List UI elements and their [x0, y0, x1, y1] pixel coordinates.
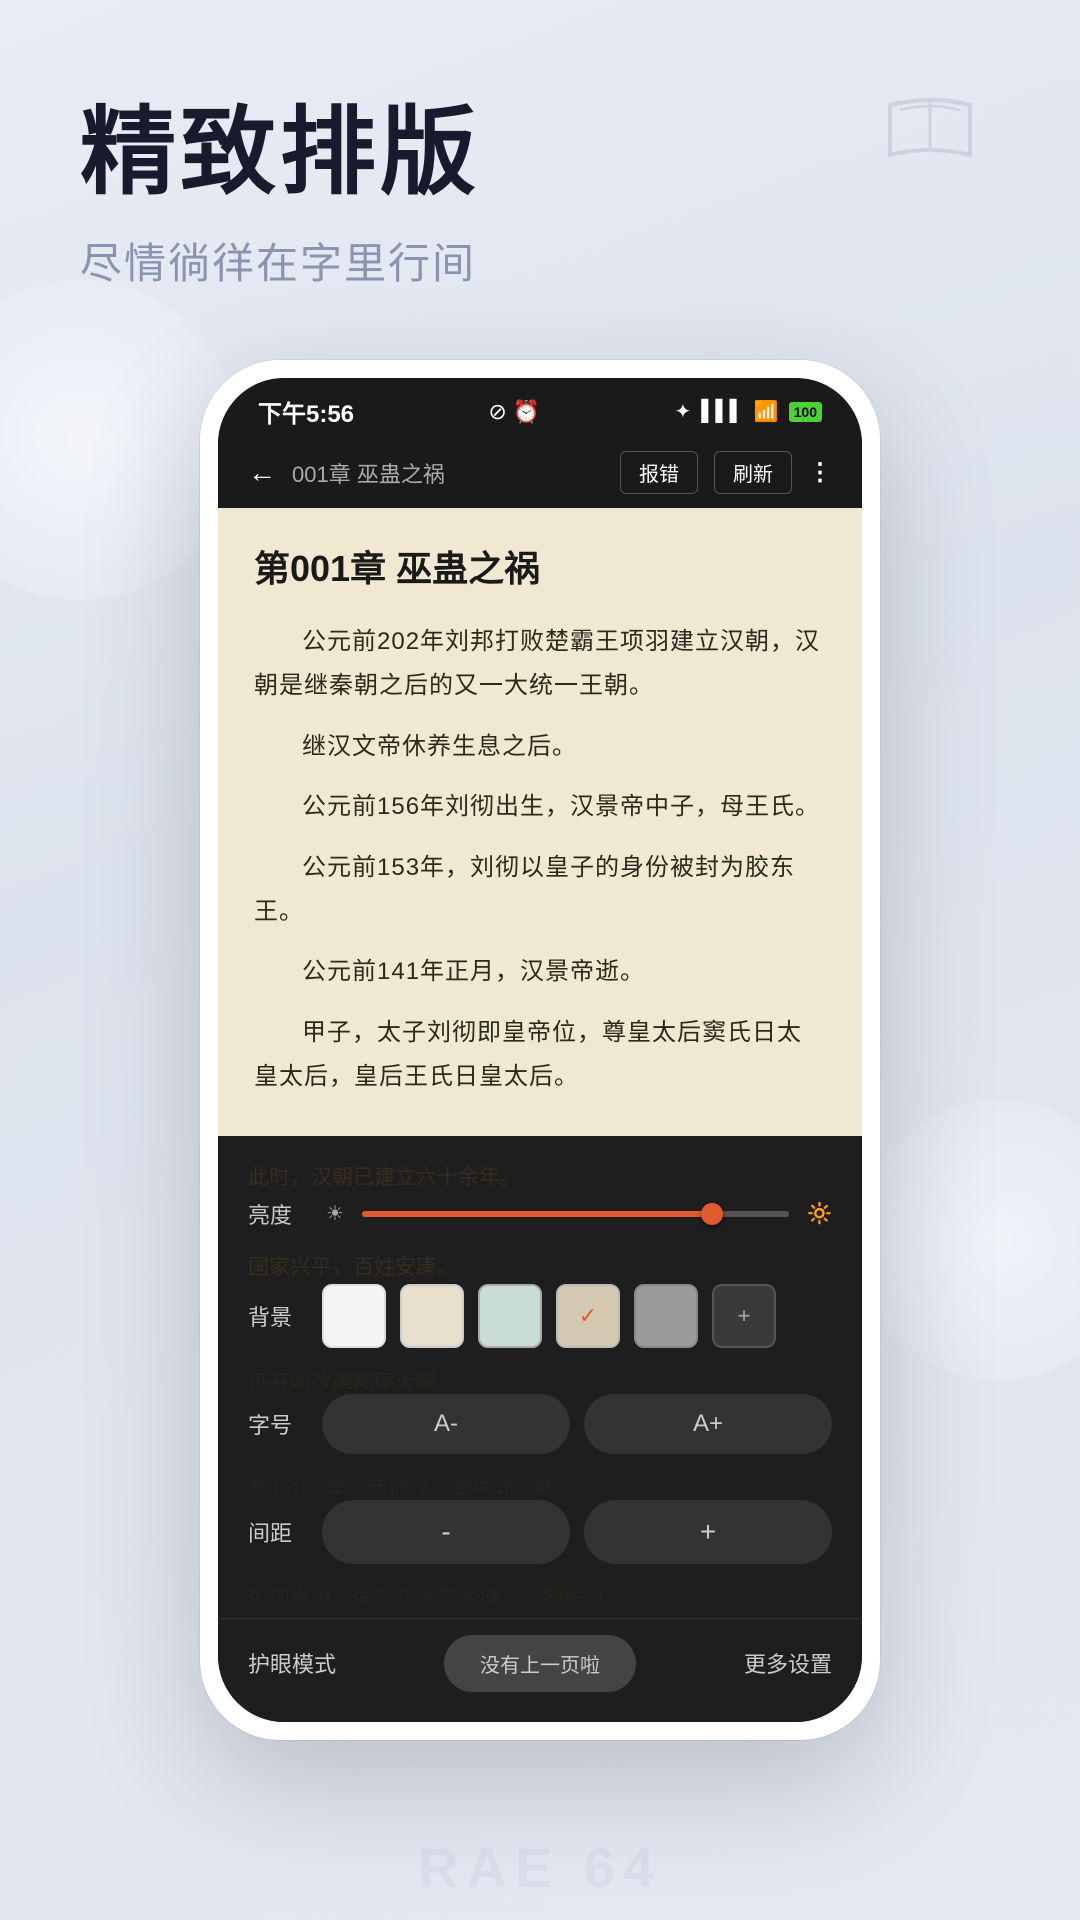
overlay-text-2: 国家兴平，百姓安康。	[248, 1250, 832, 1276]
reading-area: 第001章 巫蛊之祸 公元前202年刘邦打败楚霸王项羽建立汉朝，汉朝是继秦朝之后…	[218, 508, 862, 1136]
swatch-plus[interactable]: +	[712, 1284, 776, 1348]
more-settings-button[interactable]: 更多设置	[744, 1647, 832, 1679]
slider-fill	[362, 1211, 712, 1217]
spacing-row: 间距 - +	[248, 1500, 832, 1564]
paragraph-6: 甲子，太子刘彻即皇帝位，尊皇太后窦氏日太皇太后，皇后王氏日皇太后。	[254, 1011, 826, 1100]
paragraph-1: 公元前202年刘邦打败楚霸王项羽建立汉朝，汉朝是继秦朝之后的又一大统一王朝。	[254, 620, 826, 709]
header-section: 精致排版 尽情徜徉在字里行间	[80, 100, 1000, 291]
font-decrease-button[interactable]: A-	[322, 1394, 570, 1454]
paragraph-5: 公元前141年正月，汉景帝逝。	[254, 950, 826, 994]
slider-thumb[interactable]	[701, 1203, 723, 1225]
font-size-label: 字号	[248, 1408, 308, 1440]
phone-shell: 下午5:56 ⊘ ⏰ ✦ ▌▌▌ 📶 100 ← 001章 巫蛊之祸 报错 刷新	[200, 360, 880, 1740]
brightness-slider[interactable]	[362, 1211, 789, 1217]
swatch-light[interactable]	[400, 1284, 464, 1348]
reading-text: 公元前202年刘邦打败楚霸王项羽建立汉朝，汉朝是继秦朝之后的又一大统一王朝。 继…	[254, 620, 826, 1100]
bg-circle-right	[860, 1100, 1080, 1380]
status-left-icons: ⊘ ⏰	[488, 399, 540, 425]
more-menu-button[interactable]: ⋮	[808, 458, 832, 487]
brightness-row: 亮度 ☀ 🔆	[248, 1198, 832, 1230]
swatch-check[interactable]: ✓	[556, 1284, 620, 1348]
overlay-text-1: 此时，汉朝已建立六十余年。	[248, 1160, 832, 1190]
settings-panel: 此时，汉朝已建立六十余年。 亮度 ☀ 🔆 国家兴平，百姓安康。	[218, 1136, 862, 1618]
swatch-gray[interactable]	[634, 1284, 698, 1348]
page-watermark: RAE 64	[418, 1835, 662, 1900]
refresh-button[interactable]: 刷新	[714, 451, 792, 494]
phone-screen: 下午5:56 ⊘ ⏰ ✦ ▌▌▌ 📶 100 ← 001章 巫蛊之祸 报错 刷新	[218, 378, 862, 1722]
battery-badge: 100	[789, 402, 822, 422]
status-bar: 下午5:56 ⊘ ⏰ ✦ ▌▌▌ 📶 100	[218, 378, 862, 437]
paragraph-3: 公元前156年刘彻出生，汉景帝中子，母王氏。	[254, 785, 826, 829]
bluetooth-icon: ✦	[674, 399, 691, 424]
font-size-row: 字号 A- A+	[248, 1394, 832, 1454]
brightness-low-icon: ☀	[326, 1201, 344, 1226]
swatch-mint[interactable]	[478, 1284, 542, 1348]
chapter-toolbar-title: 001章 巫蛊之祸	[292, 457, 604, 489]
overlay-text-3: 仍开始改革郡国大获...	[248, 1366, 832, 1388]
chapter-title: 第001章 巫蛊之祸	[254, 540, 826, 592]
bottom-bar: 护眼模式 没有上一页啦 更多设置	[218, 1618, 862, 1722]
swatch-white[interactable]	[322, 1284, 386, 1348]
overlay-text-5: 如加大范、南存在各类地域、设制各节...	[248, 1580, 832, 1602]
font-increase-button[interactable]: A+	[584, 1394, 832, 1454]
overlay-text-4: 南北127年，西征伐，率先刘彻新...	[248, 1472, 832, 1494]
brightness-label: 亮度	[248, 1198, 308, 1230]
no-prev-button[interactable]: 没有上一页啦	[444, 1635, 636, 1692]
back-button[interactable]: ←	[248, 457, 276, 489]
brightness-high-icon: 🔆	[807, 1201, 832, 1226]
phone-wrapper: 下午5:56 ⊘ ⏰ ✦ ▌▌▌ 📶 100 ← 001章 巫蛊之祸 报错 刷新	[200, 360, 880, 1740]
alarm-icon: ⏰	[513, 399, 540, 425]
wifi-icon: 📶	[754, 399, 779, 424]
paragraph-2: 继汉文帝休养生息之后。	[254, 725, 826, 769]
status-time: 下午5:56	[258, 394, 354, 429]
app-toolbar: ← 001章 巫蛊之祸 报错 刷新 ⋮	[218, 437, 862, 508]
paragraph-4: 公元前153年，刘彻以皇子的身份被封为胶东王。	[254, 846, 826, 935]
status-icons: ✦ ▌▌▌ 📶 100	[674, 399, 822, 424]
sub-title: 尽情徜徉在字里行间	[80, 230, 1000, 291]
spacing-increase-button[interactable]: +	[584, 1500, 832, 1564]
no-disturb-icon: ⊘	[488, 399, 506, 425]
eye-mode-button[interactable]: 护眼模式	[248, 1647, 336, 1679]
spacing-label: 间距	[248, 1516, 308, 1548]
main-title: 精致排版	[80, 100, 1000, 206]
background-label: 背景	[248, 1300, 308, 1332]
background-row: 背景 ✓ +	[248, 1284, 832, 1348]
report-button[interactable]: 报错	[620, 451, 698, 494]
spacing-decrease-button[interactable]: -	[322, 1500, 570, 1564]
signal-icon: ▌▌▌	[701, 400, 744, 423]
